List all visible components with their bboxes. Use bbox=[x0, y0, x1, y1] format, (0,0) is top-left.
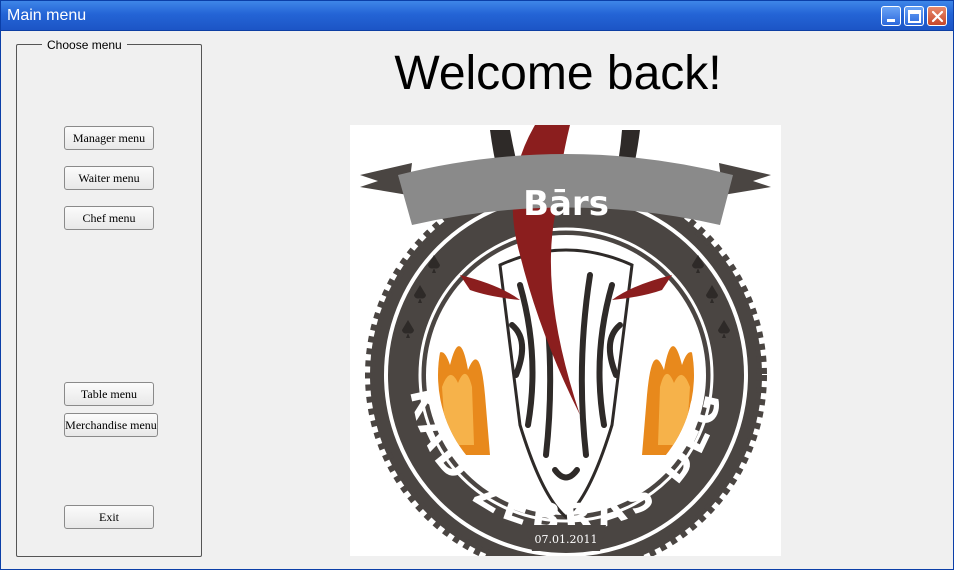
table-menu-button[interactable]: Table menu bbox=[64, 382, 154, 406]
logo-date-text: 07.01.2011 bbox=[535, 533, 598, 546]
window-title: Main menu bbox=[7, 7, 87, 24]
logo-image: Bārs KAD ZEBRAS DEG 07.01.2011 bbox=[350, 125, 781, 570]
waiter-menu-button[interactable]: Waiter menu bbox=[64, 166, 154, 190]
welcome-heading: Welcome back! bbox=[394, 47, 722, 100]
close-icon bbox=[931, 10, 944, 23]
kad-zebras-deg-logo: Bārs KAD ZEBRAS DEG 07.01.2011 bbox=[360, 125, 771, 570]
choose-menu-legend: Choose menu bbox=[42, 38, 127, 52]
choose-menu-group bbox=[16, 44, 202, 557]
maximize-icon bbox=[908, 10, 921, 23]
title-bar[interactable]: Main menu bbox=[1, 1, 953, 31]
close-button[interactable] bbox=[927, 6, 947, 26]
minimize-button[interactable] bbox=[881, 6, 901, 26]
exit-button[interactable]: Exit bbox=[64, 505, 154, 529]
manager-menu-button[interactable]: Manager menu bbox=[64, 126, 154, 150]
chef-menu-button[interactable]: Chef menu bbox=[64, 206, 154, 230]
maximize-button[interactable] bbox=[904, 6, 924, 26]
minimize-icon bbox=[887, 19, 895, 22]
merchandise-menu-button[interactable]: Merchandise menu bbox=[64, 413, 158, 437]
logo-banner-text: Bārs bbox=[523, 184, 609, 224]
